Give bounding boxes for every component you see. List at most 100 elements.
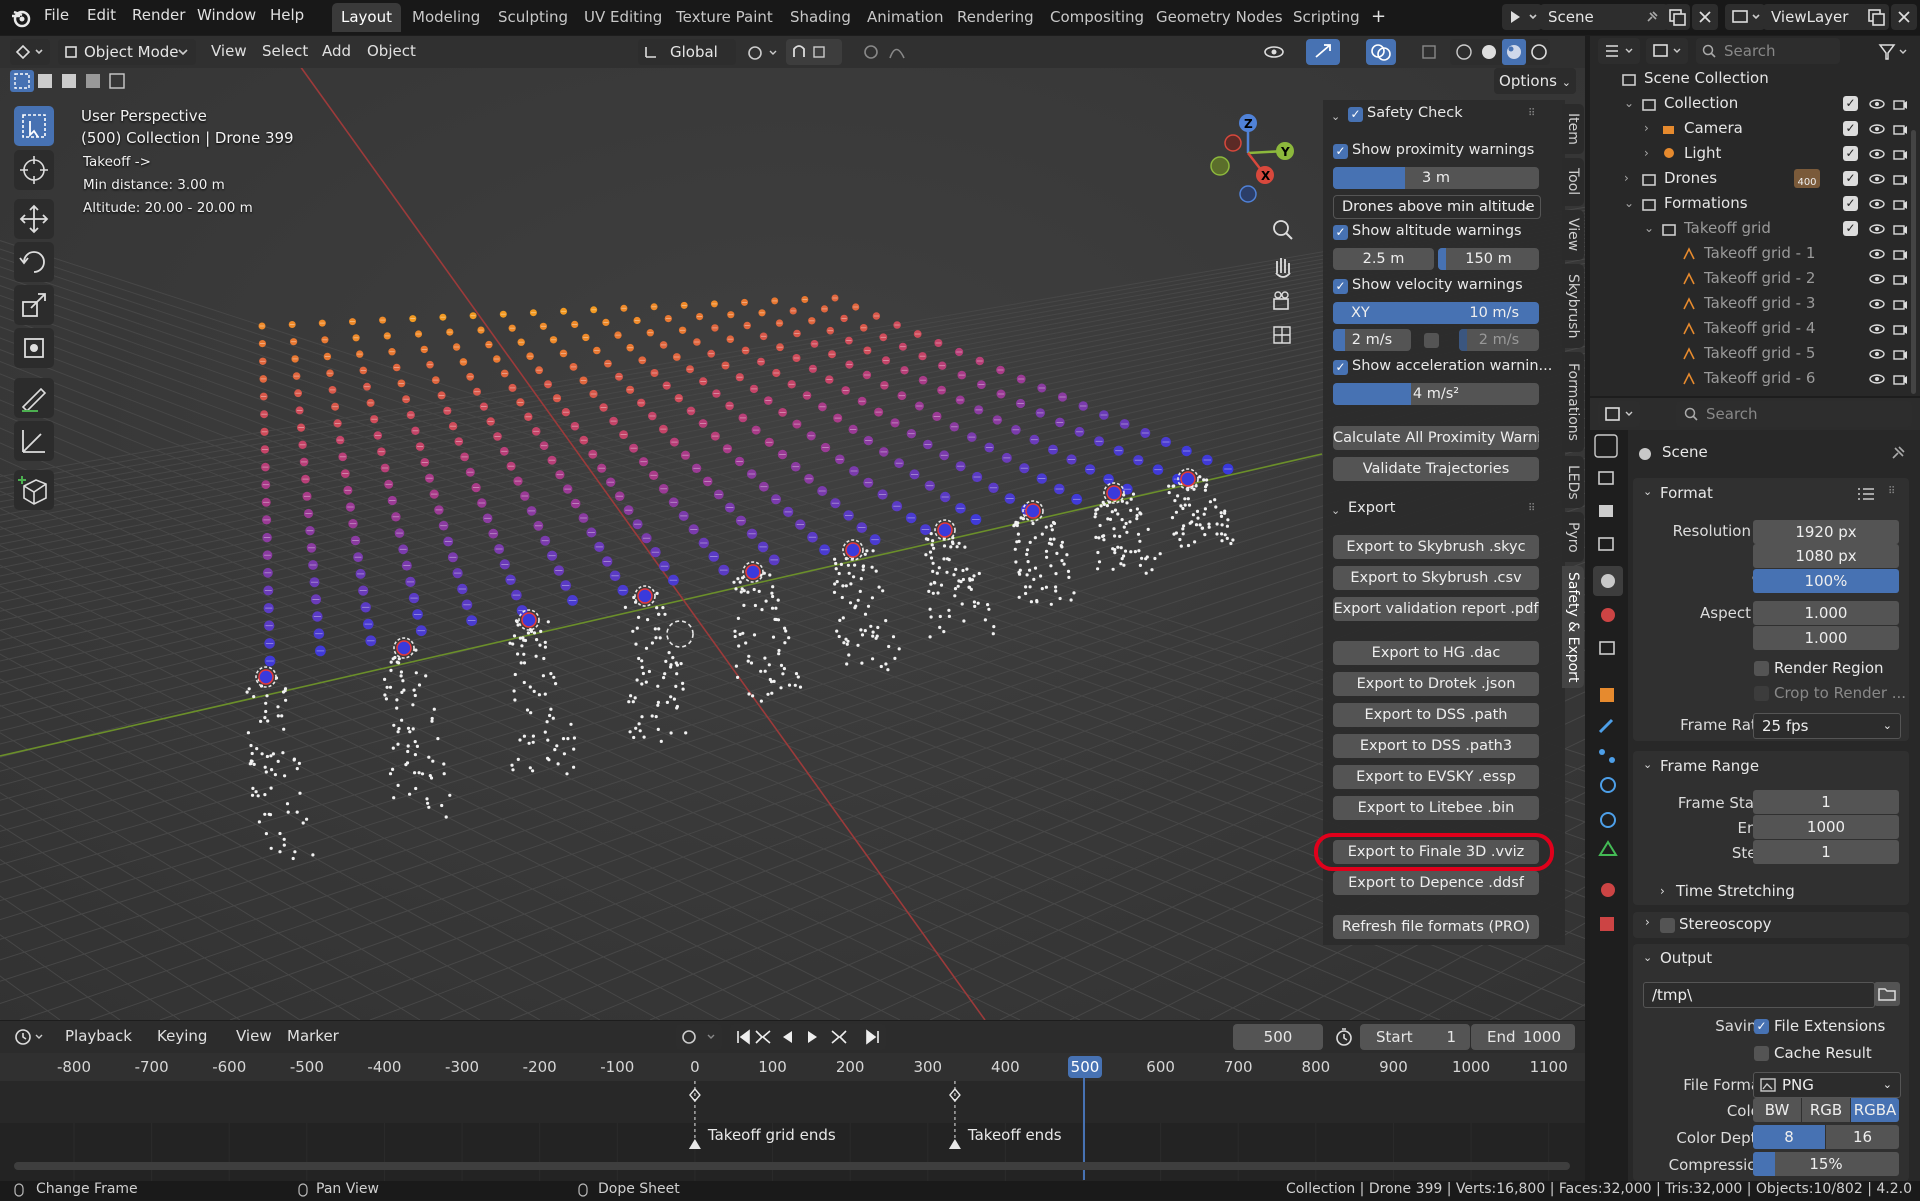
outliner-row[interactable]: ⌄ Collection ✓: [1590, 91, 1920, 116]
add-workspace-icon[interactable]: +: [1371, 6, 1386, 27]
filter-icon[interactable]: [1878, 42, 1908, 62]
start-frame-field[interactable]: Start 1: [1360, 1024, 1470, 1050]
render-camera-icon[interactable]: [1892, 222, 1908, 236]
exclude-checkbox[interactable]: ✓: [1843, 171, 1858, 186]
render-camera-icon[interactable]: [1892, 97, 1908, 111]
scale-tool[interactable]: [14, 285, 54, 325]
marker-label[interactable]: Takeoff ends: [968, 1126, 1062, 1144]
exclude-checkbox[interactable]: ✓: [1843, 196, 1858, 211]
outliner-row[interactable]: ⌄ Formations ✓: [1590, 191, 1920, 216]
acceleration-checkbox[interactable]: ✓: [1333, 360, 1348, 375]
expand-toggle-icon[interactable]: ⌄: [1644, 216, 1654, 241]
export-csv-button[interactable]: Export to Skybrush .csv: [1333, 566, 1539, 590]
eye-icon[interactable]: [1868, 247, 1886, 261]
output-collapse-icon[interactable]: ⌄: [1643, 951, 1652, 964]
select-box-tool[interactable]: [14, 106, 54, 146]
outliner-row[interactable]: Takeoff grid - 4: [1590, 316, 1920, 341]
eye-icon[interactable]: [1868, 347, 1886, 361]
vtab-safety-export[interactable]: Safety & Export: [1562, 566, 1584, 688]
frame-range-collapse-icon[interactable]: ⌄: [1643, 758, 1652, 771]
drag-handle-icon[interactable]: ⠿: [1528, 108, 1535, 119]
expand-toggle-icon[interactable]: ⌄: [1624, 191, 1634, 216]
tab-scripting[interactable]: Scripting: [1284, 3, 1369, 32]
outliner-search-input[interactable]: Search: [1696, 38, 1840, 64]
outliner-row[interactable]: Takeoff grid - 1: [1590, 241, 1920, 266]
eye-icon[interactable]: [1868, 372, 1886, 386]
menu-object[interactable]: Object: [367, 42, 416, 60]
exclude-checkbox[interactable]: ✓: [1843, 221, 1858, 236]
proximity-slider[interactable]: 3 m: [1333, 167, 1539, 189]
export-litebee-bin-button[interactable]: Export to Litebee .bin: [1333, 796, 1539, 820]
menu-help[interactable]: Help: [270, 6, 304, 24]
eye-icon[interactable]: [1868, 322, 1886, 336]
visibility-icon[interactable]: [1262, 42, 1298, 62]
menu-file[interactable]: File: [44, 6, 69, 24]
eye-icon[interactable]: [1868, 122, 1886, 136]
xray-icon[interactable]: [1420, 43, 1440, 63]
expand-toggle-icon[interactable]: ›: [1644, 116, 1649, 141]
outliner-row[interactable]: › Drones 400 ✓: [1590, 166, 1920, 191]
add-cube-tool[interactable]: [14, 470, 54, 510]
outliner-row[interactable]: › Light ✓: [1590, 141, 1920, 166]
acceleration-slider[interactable]: 4 m/s²: [1333, 383, 1539, 405]
tab-shading[interactable]: Shading: [781, 3, 860, 32]
menu-select[interactable]: Select: [262, 42, 308, 60]
compression-slider[interactable]: 15%: [1753, 1152, 1899, 1176]
delete-scene-icon[interactable]: [1692, 4, 1718, 30]
render-camera-icon[interactable]: [1892, 347, 1908, 361]
frame-end-field[interactable]: 1000: [1753, 815, 1899, 839]
tab-geometry-nodes[interactable]: Geometry Nodes: [1147, 3, 1292, 32]
tab-rendering[interactable]: Rendering: [948, 3, 1043, 32]
menu-view[interactable]: View: [211, 42, 247, 60]
view-layer-field[interactable]: ViewLayer: [1763, 4, 1869, 30]
gizmo-toggle-icon[interactable]: [1306, 39, 1340, 65]
eye-icon[interactable]: [1868, 147, 1886, 161]
render-camera-icon[interactable]: [1892, 172, 1908, 186]
delete-view-layer-icon[interactable]: [1891, 4, 1917, 30]
expand-toggle-icon[interactable]: ›: [1644, 141, 1649, 166]
menu-window[interactable]: Window: [197, 6, 256, 24]
export-dss-path-button[interactable]: Export to DSS .path: [1333, 703, 1539, 727]
export-drotek-json-button[interactable]: Export to Drotek .json: [1333, 672, 1539, 696]
marker-menu[interactable]: Marker: [287, 1027, 339, 1045]
vtab-formations[interactable]: Formations: [1562, 352, 1584, 452]
safety-check-checkbox[interactable]: ✓: [1348, 107, 1363, 122]
proportional-edit-icon[interactable]: [862, 41, 918, 63]
tab-compositing[interactable]: Compositing: [1041, 3, 1153, 32]
stereoscopy-checkbox[interactable]: [1660, 918, 1675, 933]
format-drag-icon[interactable]: ⠿: [1888, 486, 1895, 497]
render-camera-icon[interactable]: [1892, 322, 1908, 336]
resolution-percent-field[interactable]: 100%: [1753, 569, 1899, 593]
timeline-view-menu[interactable]: View: [236, 1027, 272, 1045]
eye-icon[interactable]: [1868, 97, 1886, 111]
resolution-y-field[interactable]: 1080 px: [1753, 544, 1899, 568]
tab-animation[interactable]: Animation: [858, 3, 952, 32]
vtab-tool[interactable]: Tool: [1562, 158, 1584, 206]
crop-checkbox[interactable]: [1754, 686, 1769, 701]
move-tool[interactable]: [14, 199, 54, 239]
export-depence-button[interactable]: Export to Depence .ddsf: [1333, 871, 1539, 895]
exclude-checkbox[interactable]: ✓: [1843, 146, 1858, 161]
outliner-row[interactable]: Scene Collection: [1590, 66, 1920, 91]
folder-icon[interactable]: [1874, 982, 1900, 1006]
tab-sculpting[interactable]: Sculpting: [489, 3, 577, 32]
time-stretching-expand-icon[interactable]: ›: [1660, 884, 1665, 898]
altitude-mode-dropdown[interactable]: Drones above min altitude ⌄: [1333, 195, 1541, 219]
outliner-row[interactable]: Takeoff grid - 5: [1590, 341, 1920, 366]
outliner-scrollbar[interactable]: [1911, 130, 1916, 394]
display-mode-icon[interactable]: [1646, 38, 1688, 64]
safety-collapse-icon[interactable]: ⌄: [1331, 110, 1340, 123]
timeline-scrollbar[interactable]: [14, 1162, 1570, 1170]
eye-icon[interactable]: [1868, 297, 1886, 311]
color-rgba-button[interactable]: RGBA: [1851, 1098, 1899, 1122]
expand-toggle-icon[interactable]: ⌄: [1624, 91, 1634, 116]
vtab-pyro[interactable]: Pyro: [1562, 512, 1584, 562]
render-camera-icon[interactable]: [1892, 197, 1908, 211]
timeline-editor-type-icon[interactable]: [10, 1024, 50, 1050]
vtab-view[interactable]: View: [1562, 210, 1584, 260]
output-path-field[interactable]: /tmp\: [1643, 982, 1875, 1008]
velocity-down-checkbox[interactable]: [1424, 333, 1439, 348]
calculate-proximity-button[interactable]: Calculate All Proximity Warni...: [1333, 426, 1539, 450]
render-camera-icon[interactable]: [1892, 247, 1908, 261]
export-drag-handle-icon[interactable]: ⠿: [1528, 503, 1535, 514]
